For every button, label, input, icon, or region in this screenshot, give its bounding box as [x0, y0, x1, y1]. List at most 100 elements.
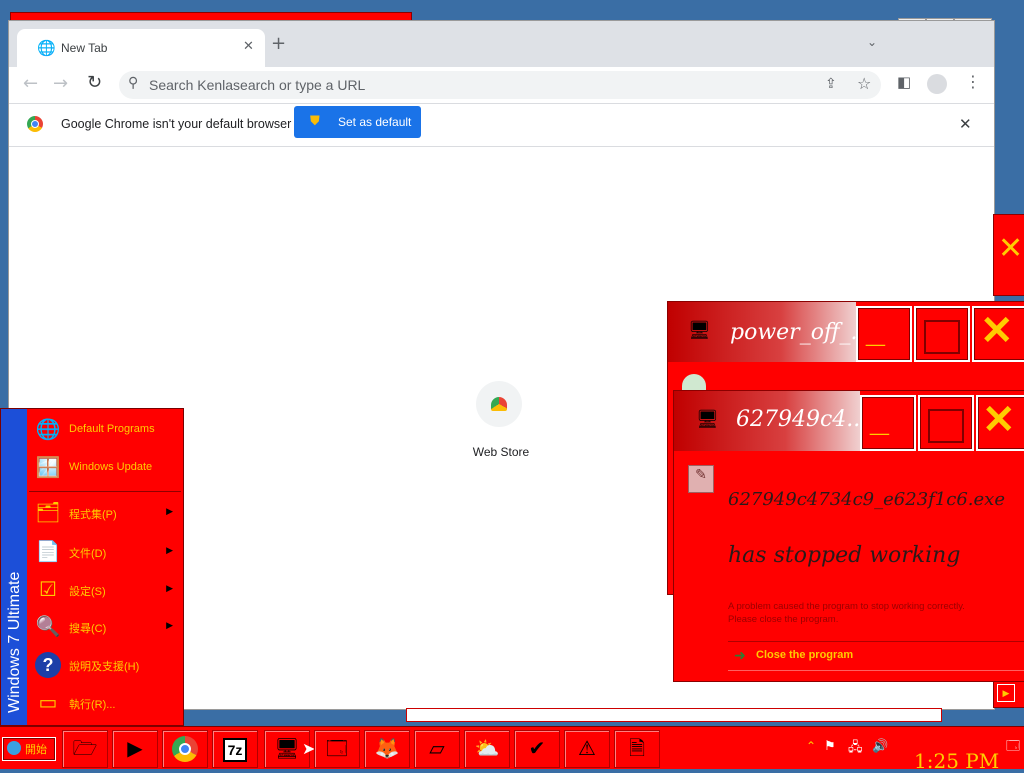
- start-item-programs[interactable]: 🗂 程式集(P) ▶: [29, 496, 179, 530]
- error-close-button[interactable]: ✕: [976, 395, 1024, 451]
- start-item-documents[interactable]: 📄 文件(D) ▶: [29, 535, 179, 569]
- taskbar-app-icon[interactable]: 🗎: [614, 730, 660, 768]
- start-item-label: 執行(R)...: [69, 699, 116, 711]
- start-item-search[interactable]: 🔍 搜尋(C) ▶: [29, 610, 179, 644]
- close-program-label: Close the program: [756, 649, 854, 661]
- side-panel-icon[interactable]: ◧: [897, 73, 911, 91]
- taskbar-media-player-icon[interactable]: ▶: [112, 730, 158, 768]
- default-programs-icon: 🌐: [35, 419, 61, 441]
- arrow-right-icon: ➜: [734, 647, 746, 663]
- share-icon[interactable]: ⇪: [825, 76, 837, 92]
- tab-search-icon[interactable]: ⌄: [867, 35, 877, 49]
- globe-icon: 🌐: [37, 39, 56, 57]
- submenu-arrow-icon: ▶: [166, 583, 173, 593]
- taskbar-warning-icon[interactable]: ⚠: [564, 730, 610, 768]
- web-store-shortcut[interactable]: Web Store: [453, 379, 549, 469]
- taskbar: 開始 🗁 ▶ 7z 🖥 ➤ 🗔 🦊 ▱ ⛅ ✔ ⚠ 🗎 ⌃ ⚑ 🖧 🔊 1:25…: [0, 726, 1024, 773]
- error-window: 🖥 627949c4... _ ✕ ✎ 627949c4734c9_e623f1…: [673, 390, 1024, 682]
- close-icon: ✕: [982, 398, 1016, 442]
- start-item-help[interactable]: ? 說明及支援(H): [29, 648, 179, 682]
- default-browser-infobar: Google Chrome isn't your default browser…: [9, 103, 994, 147]
- close-icon: ✕: [980, 309, 1014, 353]
- tray-volume-icon[interactable]: 🔊: [872, 738, 888, 754]
- error-title: 627949c4...: [736, 407, 868, 432]
- start-item-label: 說明及支援(H): [69, 661, 140, 673]
- toolbar: ← → ↻ ⚲ Search Kenlasearch or type a URL…: [9, 67, 994, 103]
- profile-avatar[interactable]: [927, 74, 947, 94]
- start-item-label: Windows Update: [69, 461, 153, 473]
- error-titlebar: 🖥 627949c4...: [674, 391, 867, 451]
- error-maximize-button[interactable]: [918, 395, 974, 451]
- power-off-maximize-button[interactable]: [914, 306, 970, 362]
- start-menu-sidebar: Windows 7 Ultimate: [1, 409, 27, 725]
- scroll-arrow-icon[interactable]: ▶: [997, 684, 1015, 702]
- menu-icon[interactable]: ⋮: [965, 72, 981, 91]
- start-item-label: 程式集(P): [69, 509, 117, 521]
- start-menu-divider: [29, 491, 181, 492]
- tab-close-icon[interactable]: ✕: [243, 39, 254, 54]
- app-icon: 🖥: [688, 320, 711, 340]
- start-item-default-programs[interactable]: 🌐 Default Programs: [29, 413, 179, 447]
- chrome-logo-icon: [27, 116, 43, 132]
- infobar-close-icon[interactable]: ✕: [959, 115, 972, 133]
- omnibox[interactable]: ⚲ Search Kenlasearch or type a URL ⇪ ☆: [119, 71, 881, 99]
- omnibox-search-icon: ⚲: [128, 75, 139, 91]
- error-minimize-button[interactable]: _: [860, 395, 916, 451]
- tray-clock[interactable]: 1:25 PM: [914, 749, 999, 773]
- taskbar-weather-icon[interactable]: ⛅: [464, 730, 510, 768]
- taskbar-checkmark-icon[interactable]: ✔: [514, 730, 560, 768]
- search-icon: 🔍: [35, 616, 61, 638]
- run-icon: ▭: [38, 692, 58, 714]
- start-item-run[interactable]: ▭ 執行(R)...: [29, 686, 179, 720]
- omnibox-placeholder: Search Kenlasearch or type a URL: [149, 77, 366, 93]
- maximize-icon: [924, 320, 960, 354]
- infobar-message: Google Chrome isn't your default browser: [61, 117, 292, 131]
- start-item-windows-update[interactable]: 🪟 Windows Update: [29, 451, 179, 485]
- programs-icon: 🗂: [35, 502, 61, 524]
- set-as-default-button[interactable]: ⛊ Set as default: [294, 106, 421, 138]
- taskbar-chrome-icon[interactable]: [162, 730, 208, 768]
- help-icon: ?: [35, 652, 61, 678]
- new-tab-icon[interactable]: +: [271, 33, 286, 54]
- start-button[interactable]: 開始: [2, 737, 56, 761]
- detail-line-2: Please close the program.: [728, 614, 839, 625]
- bookmark-star-icon[interactable]: ☆: [857, 74, 871, 93]
- close-program-button[interactable]: ➜ Close the program: [728, 641, 1024, 671]
- tab-title: New Tab: [61, 41, 108, 55]
- power-off-titlebar: 🖥 power_off_...: [668, 302, 872, 362]
- tray-network-icon[interactable]: 🖧: [848, 738, 863, 760]
- horizontal-scrollbar[interactable]: [406, 708, 942, 722]
- shield-icon: ⛊: [310, 113, 320, 128]
- tab-new-tab[interactable]: 🌐 New Tab ✕: [17, 29, 265, 67]
- start-item-label: 搜尋(C): [69, 623, 107, 635]
- submenu-arrow-icon: ▶: [166, 506, 173, 516]
- reload-icon[interactable]: ↻: [87, 72, 102, 93]
- web-store-icon: [476, 381, 522, 427]
- background-red-window: ✕: [993, 214, 1024, 296]
- taskbar-7zip-icon[interactable]: 7z: [212, 730, 258, 768]
- power-off-minimize-button[interactable]: _: [856, 306, 912, 362]
- start-item-label: 設定(S): [69, 586, 106, 598]
- tray-flag-icon[interactable]: ⚑: [824, 738, 836, 754]
- back-icon[interactable]: ←: [23, 73, 38, 94]
- stopped-text: has stopped working: [728, 543, 961, 568]
- exe-name: 627949c4734c9_e623f1c6.exe: [728, 489, 1005, 510]
- taskbar-control-panel-icon[interactable]: 🗔: [314, 730, 360, 768]
- tray-expand-icon[interactable]: ⌃: [806, 739, 816, 753]
- start-menu: Windows 7 Ultimate 🌐 Default Programs 🪟 …: [0, 408, 184, 726]
- show-desktop-button[interactable]: 🗔: [1006, 737, 1020, 759]
- taskbar-window-icon[interactable]: ▱: [414, 730, 460, 768]
- start-item-label: Default Programs: [69, 423, 155, 435]
- start-item-settings[interactable]: ☑ 設定(S) ▶: [29, 573, 179, 607]
- power-off-close-button[interactable]: ✕: [972, 306, 1024, 362]
- start-menu-edition-label: Windows 7 Ultimate: [6, 571, 23, 713]
- documents-icon: 📄: [35, 541, 61, 563]
- app-icon: 🖥: [696, 409, 719, 429]
- forward-icon[interactable]: →: [53, 73, 68, 94]
- submenu-arrow-icon: ▶: [166, 620, 173, 630]
- maximize-icon: [928, 409, 964, 443]
- taskbar-firefox-icon[interactable]: 🦊: [364, 730, 410, 768]
- start-item-label: 文件(D): [69, 548, 107, 560]
- submenu-arrow-icon: ▶: [166, 545, 173, 555]
- taskbar-explorer-icon[interactable]: 🗁: [62, 730, 108, 768]
